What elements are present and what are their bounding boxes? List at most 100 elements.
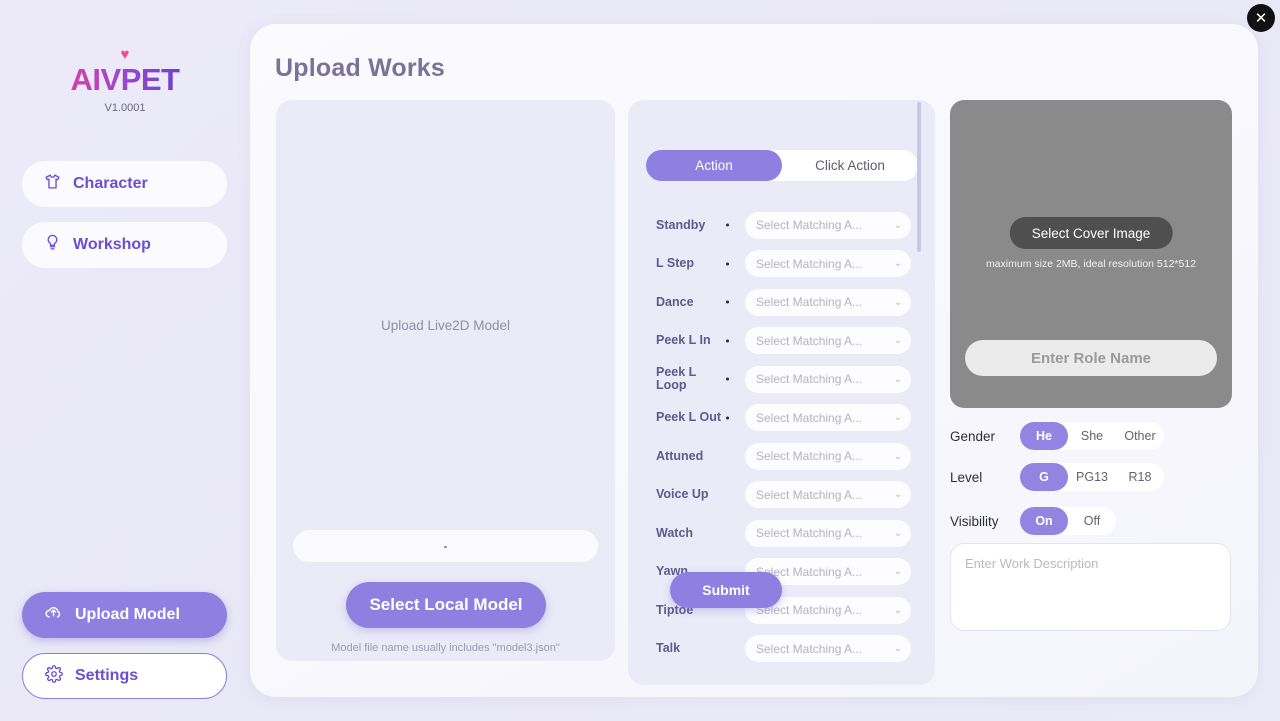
level-row: Level G PG13 R18 [950, 463, 1164, 491]
tshirt-icon [44, 173, 61, 195]
chevron-down-icon: ⌄ [893, 566, 902, 578]
action-row: Standby Select Matching A... ⌄ [628, 206, 935, 245]
chevron-down-icon: ⌄ [893, 604, 902, 616]
work-meta-panel: Select Cover Image maximum size 2MB, ide… [950, 100, 1232, 685]
action-select-dropdown[interactable]: Select Matching A... ⌄ [745, 327, 911, 355]
action-row: Talk Select Matching A... ⌄ [628, 630, 935, 669]
chevron-down-icon: ⌄ [893, 527, 902, 539]
action-row: Peek L Out Select Matching A... ⌄ [628, 399, 935, 438]
visibility-option-on[interactable]: On [1020, 507, 1068, 535]
level-option-r18[interactable]: R18 [1116, 463, 1164, 491]
app-logo: ♥ AIVPET V1.0001 [0, 46, 250, 114]
model-upload-panel: Upload Live2D Model - Select Local Model… [276, 100, 615, 661]
required-dot-icon [726, 223, 729, 227]
chevron-down-icon: ⌄ [893, 643, 902, 655]
action-select-dropdown[interactable]: Select Matching A... ⌄ [745, 481, 911, 509]
sidebar-item-label: Workshop [73, 236, 151, 253]
heart-icon: ♥ [120, 46, 130, 63]
action-row: Attuned Select Matching A... ⌄ [628, 437, 935, 476]
model-dropzone[interactable]: Upload Live2D Model [276, 318, 615, 333]
submit-button[interactable]: Submit [670, 572, 782, 608]
gender-option-other[interactable]: Other [1116, 422, 1164, 450]
chevron-down-icon: ⌄ [893, 450, 902, 462]
action-select-value: Select Matching A... [756, 487, 863, 502]
action-select-dropdown[interactable]: Select Matching A... ⌄ [745, 404, 911, 432]
action-select-value: Select Matching A... [756, 372, 863, 387]
action-row-list: Standby Select Matching A... ⌄ L Step Select… [628, 206, 935, 678]
level-option-pg13[interactable]: PG13 [1068, 463, 1116, 491]
action-row-label: Talk [656, 641, 681, 656]
action-select-dropdown[interactable]: Select Matching A... ⌄ [745, 635, 911, 663]
gear-icon [45, 664, 63, 688]
select-local-model-button[interactable]: Select Local Model [346, 582, 546, 628]
level-segmented-control[interactable]: G PG13 R18 [1020, 463, 1164, 491]
action-select-value: Select Matching A... [756, 641, 863, 656]
logo-wordmark: AIVPET [0, 62, 250, 98]
action-row: Voice Up Select Matching A... ⌄ [628, 476, 935, 515]
action-row: Watch Select Matching A... ⌄ [628, 514, 935, 553]
model-path-field[interactable]: - [293, 530, 598, 562]
sidebar-item-character[interactable]: Character [22, 161, 227, 207]
action-row-label: Peek L Out [656, 410, 722, 425]
gender-label: Gender [950, 428, 996, 444]
sidebar-item-label: Character [73, 175, 148, 192]
action-row-label: Peek L Loop [656, 365, 697, 393]
required-dot-icon [726, 339, 729, 343]
chevron-down-icon: ⌄ [893, 489, 902, 501]
tab-action[interactable]: Action [646, 150, 782, 181]
action-select-dropdown[interactable]: Select Matching A... ⌄ [745, 519, 911, 547]
chevron-down-icon: ⌄ [893, 219, 902, 231]
required-dot-icon [726, 300, 729, 304]
cover-image-hint: maximum size 2MB, ideal resolution 512*5… [985, 258, 1197, 270]
action-list-scrollbar[interactable] [917, 100, 921, 572]
gender-option-he[interactable]: He [1020, 422, 1068, 450]
sidebar: ♥ AIVPET V1.0001 Character Workshop Uplo… [0, 0, 250, 721]
tab-click-action[interactable]: Click Action [782, 150, 918, 181]
action-select-dropdown[interactable]: Select Matching A... ⌄ [745, 250, 911, 278]
sidebar-item-upload-model[interactable]: Upload Model [22, 592, 227, 638]
action-tab-switch[interactable]: Action Click Action [646, 150, 918, 181]
action-select-value: Select Matching A... [756, 603, 863, 618]
level-option-g[interactable]: G [1020, 463, 1068, 491]
visibility-label: Visibility [950, 513, 999, 529]
gender-option-she[interactable]: She [1068, 422, 1116, 450]
gender-segmented-control[interactable]: He She Other [1020, 422, 1164, 450]
chevron-down-icon: ⌄ [893, 412, 902, 424]
chevron-down-icon: ⌄ [893, 335, 902, 347]
action-select-value: Select Matching A... [756, 410, 863, 425]
role-name-input[interactable] [965, 340, 1217, 376]
action-select-dropdown[interactable]: Select Matching A... ⌄ [745, 211, 911, 239]
app-version: V1.0001 [104, 102, 146, 114]
action-select-value: Select Matching A... [756, 333, 863, 348]
action-row: Peek L Loop Select Matching A... ⌄ [628, 360, 935, 399]
action-select-dropdown[interactable]: Select Matching A... ⌄ [745, 288, 911, 316]
action-row-label: Dance [656, 294, 694, 309]
scrollbar-thumb[interactable] [917, 102, 921, 252]
sidebar-item-settings[interactable]: Settings [22, 653, 227, 699]
close-icon: ✕ [1254, 9, 1268, 27]
sidebar-item-workshop[interactable]: Workshop [22, 222, 227, 268]
action-select-dropdown[interactable]: Select Matching A... ⌄ [745, 365, 911, 393]
visibility-row: Visibility On Off [950, 507, 1116, 535]
action-row-label: Voice Up [656, 487, 709, 502]
action-select-value: Select Matching A... [756, 449, 863, 464]
required-dot-icon [726, 416, 729, 420]
close-button[interactable]: ✕ [1247, 4, 1275, 32]
required-dot-icon [726, 377, 729, 381]
work-description-textarea[interactable] [950, 543, 1231, 631]
page-title: Upload Works [275, 54, 446, 82]
model-file-hint: Model file name usually includes "model3… [331, 642, 560, 654]
action-row-label: Attuned [656, 448, 704, 463]
cover-image-dropzone[interactable]: Select Cover Image maximum size 2MB, ide… [950, 100, 1232, 408]
action-row: Dance Select Matching A... ⌄ [628, 283, 935, 322]
action-select-dropdown[interactable]: Select Matching A... ⌄ [745, 442, 911, 470]
visibility-segmented-control[interactable]: On Off [1020, 507, 1116, 535]
action-select-value: Select Matching A... [756, 218, 863, 233]
level-label: Level [950, 469, 983, 485]
action-row-label: Peek L In [656, 333, 711, 348]
select-cover-image-button[interactable]: Select Cover Image [1009, 217, 1173, 249]
visibility-option-off[interactable]: Off [1068, 507, 1116, 535]
action-row: L Step Select Matching A... ⌄ [628, 245, 935, 284]
action-row-label: L Step [656, 256, 694, 271]
sidebar-item-label: Upload Model [75, 606, 180, 623]
